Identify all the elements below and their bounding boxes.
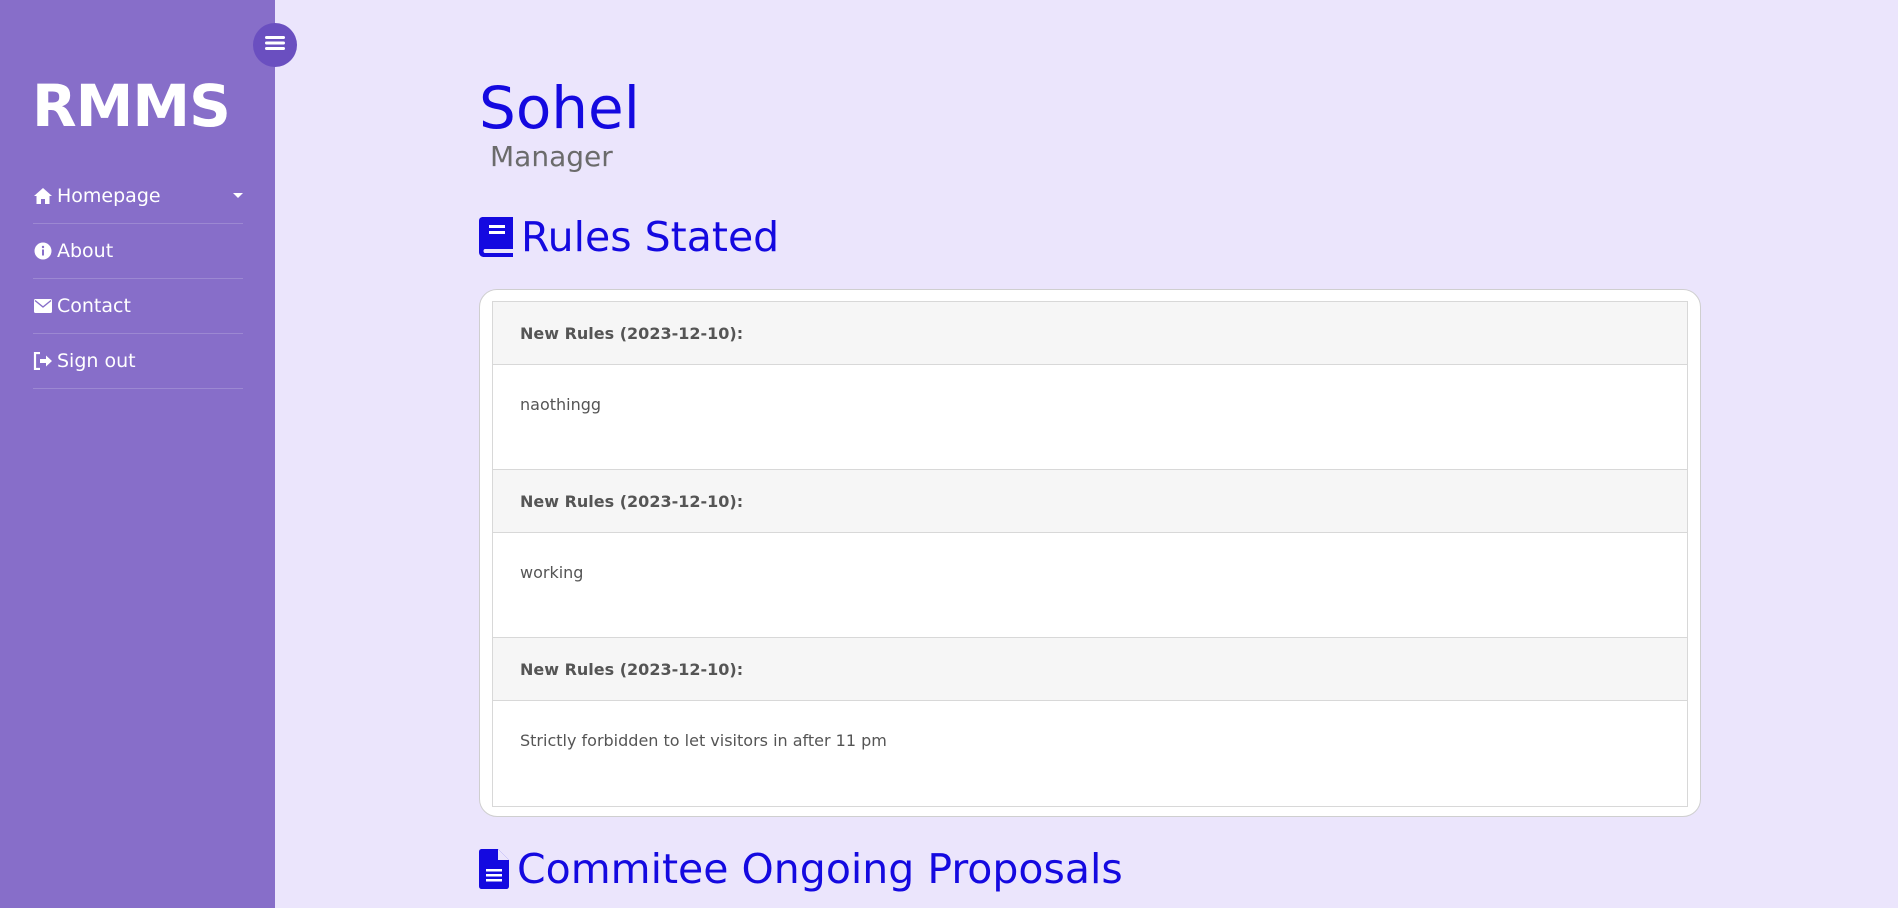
rule-body: working [520,563,584,582]
book-icon [479,217,513,257]
sidebar-nav: Homepage About Contact Sign out [33,169,243,389]
sidebar-item-homepage[interactable]: Homepage [33,169,243,224]
proposals-title-text: Commitee Ongoing Proposals [517,845,1123,893]
rules-container: New Rules (2023-12-10): naothingg New Ru… [479,289,1701,817]
document-icon [479,849,509,889]
sidebar: RMMS Homepage About Contact Sign out [0,0,275,908]
rules-title-text: Rules Stated [521,213,780,261]
proposals-section-title: Commitee Ongoing Proposals [479,845,1123,893]
sign-out-icon [33,351,53,371]
rules-section-title: Rules Stated [479,213,779,261]
sidebar-item-contact[interactable]: Contact [33,279,243,334]
rule-body: Strictly forbidden to let visitors in af… [520,731,887,750]
sidebar-item-label: About [57,240,114,262]
sidebar-item-label: Homepage [57,185,161,207]
sidebar-toggle-button[interactable] [253,23,297,67]
rule-card: New Rules (2023-12-10): Strictly forbidd… [492,637,1688,807]
rule-header: New Rules (2023-12-10): [493,302,1687,365]
home-icon [33,186,53,206]
rule-header: New Rules (2023-12-10): [493,470,1687,533]
user-role: Manager [490,140,613,173]
chevron-down-icon[interactable] [233,193,243,198]
rule-card: New Rules (2023-12-10): working [492,469,1688,639]
rule-body: naothingg [520,395,602,414]
sidebar-item-label: Sign out [57,350,136,372]
sidebar-item-sign-out[interactable]: Sign out [33,334,243,389]
sidebar-item-label: Contact [57,295,131,317]
envelope-icon [33,296,53,316]
info-icon [33,241,53,261]
sidebar-item-about[interactable]: About [33,224,243,279]
rule-header: New Rules (2023-12-10): [493,638,1687,701]
user-name: Sohel [479,74,640,142]
brand-logo[interactable]: RMMS [32,72,231,140]
hamburger-icon [265,35,285,55]
rule-card: New Rules (2023-12-10): naothingg [492,301,1688,471]
